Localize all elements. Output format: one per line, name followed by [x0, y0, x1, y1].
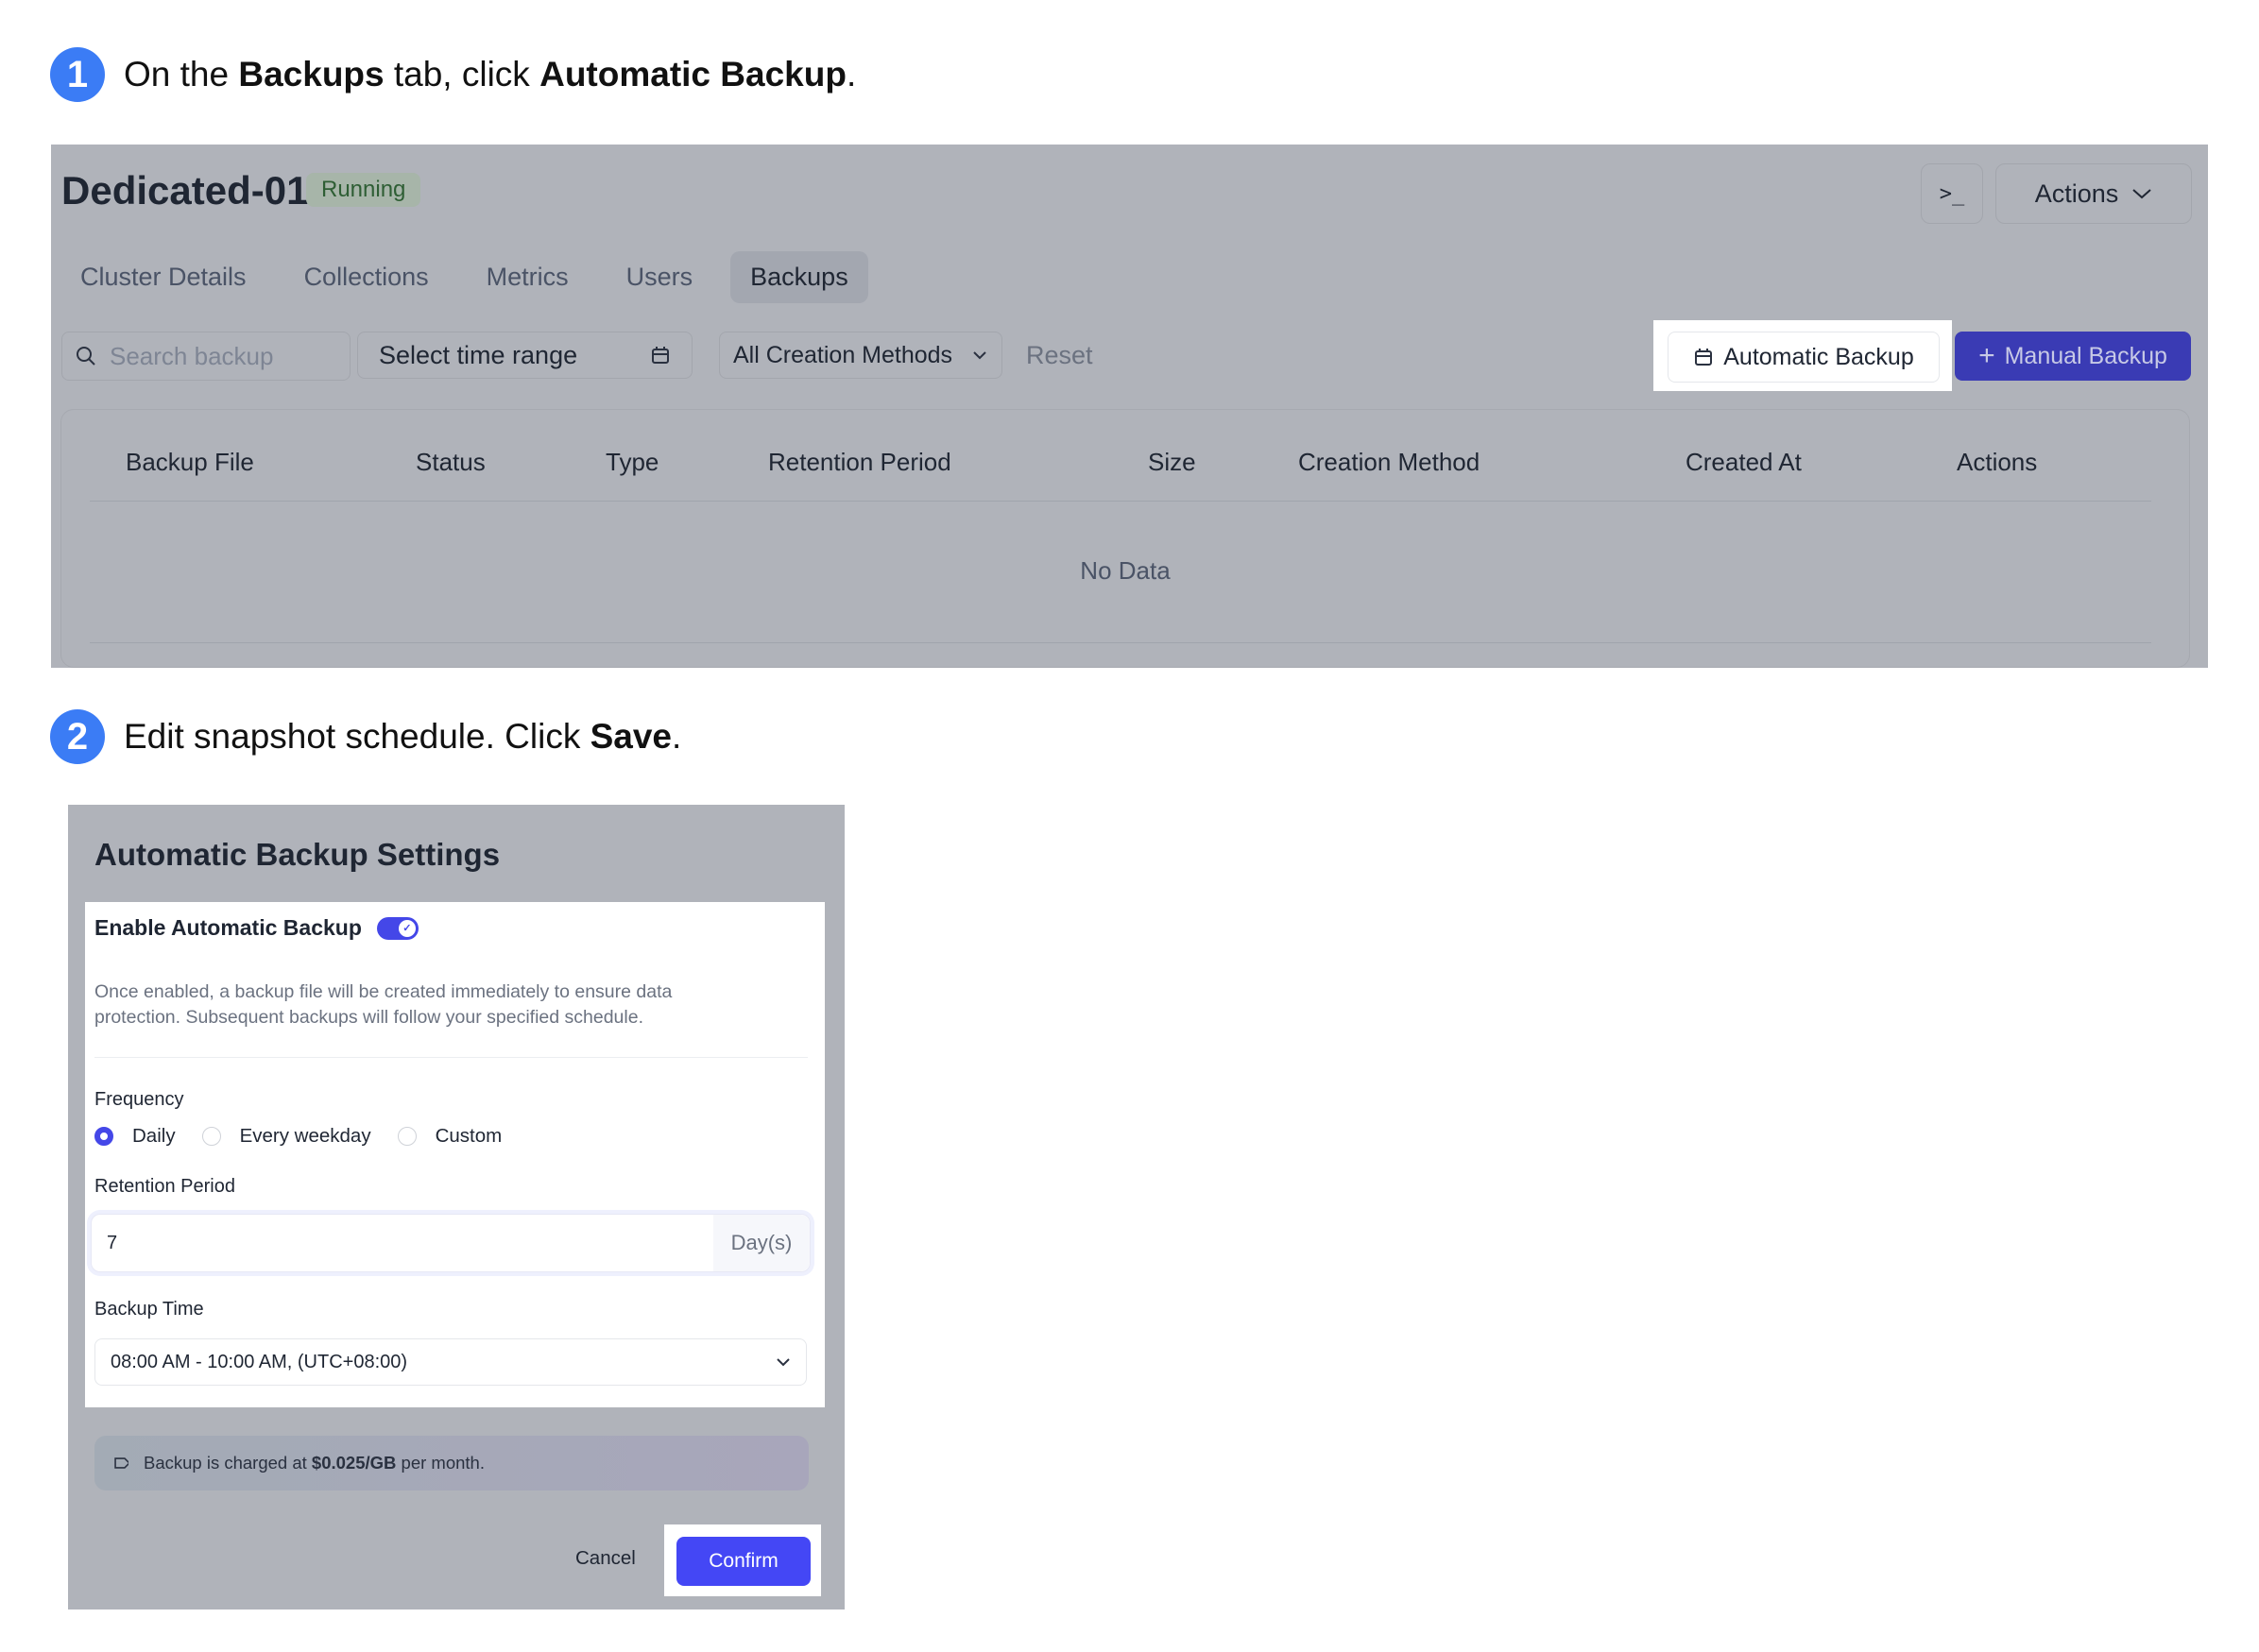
empty-state-text: No Data	[1080, 556, 1171, 585]
column-header[interactable]: Creation Method	[1298, 448, 1480, 477]
enable-description: Once enabled, a backup file will be crea…	[94, 981, 673, 1028]
step-text-bold: Save	[590, 717, 673, 756]
header-divider	[90, 501, 2151, 502]
chevron-down-icon	[777, 1358, 790, 1367]
column-header[interactable]: Type	[606, 448, 659, 477]
step-text-bold: Automatic Backup	[539, 55, 847, 94]
column-header[interactable]: Retention Period	[768, 448, 951, 477]
terminal-icon: >_	[1939, 181, 1965, 206]
reset-button[interactable]: Reset	[1026, 341, 1093, 370]
step-number-badge: 2	[50, 709, 105, 764]
tab-metrics[interactable]: Metrics	[467, 251, 589, 303]
actions-dropdown[interactable]: Actions	[1995, 163, 2192, 224]
enable-label: Enable Automatic Backup	[94, 915, 362, 940]
backup-time-select[interactable]: 08:00 AM - 10:00 AM, (UTC+08:00)	[94, 1338, 807, 1386]
tab-collections[interactable]: Collections	[284, 251, 449, 303]
pricing-text: Backup is charged at $0.025/GB per month…	[144, 1453, 485, 1473]
radio-label[interactable]: Custom	[436, 1125, 503, 1148]
cluster-title: Dedicated-01	[61, 168, 309, 213]
radio-label[interactable]: Every weekday	[240, 1125, 371, 1148]
radio-every-weekday[interactable]	[201, 1127, 221, 1146]
backup-time-value: 08:00 AM - 10:00 AM, (UTC+08:00)	[111, 1351, 408, 1372]
column-header[interactable]: Actions	[1957, 448, 2037, 477]
time-range-picker[interactable]: Select time range	[357, 332, 693, 379]
column-header[interactable]: Backup File	[126, 448, 254, 477]
step-text-bold: Backups	[238, 55, 385, 94]
check-icon: ✓	[398, 919, 416, 937]
manual-backup-button[interactable]: + Manual Backup	[1955, 332, 2191, 381]
creation-methods-value: All Creation Methods	[733, 341, 953, 368]
step-number-badge: 1	[50, 47, 105, 102]
tab-backups[interactable]: Backups	[730, 251, 868, 303]
radio-custom[interactable]	[397, 1127, 417, 1146]
search-placeholder: Search backup	[110, 341, 274, 370]
tab-bar: Cluster Details Collections Metrics User…	[60, 251, 886, 303]
actions-label: Actions	[2034, 179, 2119, 208]
column-header[interactable]: Created At	[1686, 448, 1802, 477]
pricing-suffix: per month.	[396, 1453, 485, 1473]
step-text: On the Backups tab, click Automatic Back…	[124, 55, 856, 94]
backups-table: Backup File Status Type Retention Period…	[60, 409, 2190, 668]
step-2-instruction: 2 Edit snapshot schedule. Click Save.	[50, 709, 681, 764]
step-text-part: On the	[124, 55, 239, 94]
automatic-backup-button[interactable]: Automatic Backup	[1668, 332, 1940, 383]
search-input[interactable]: Search backup	[61, 332, 351, 381]
cluster-backups-screenshot: Dedicated-01 Running >_ Actions Cluster …	[51, 145, 2208, 668]
frequency-label: Frequency	[94, 1089, 184, 1110]
frequency-radio-group: Daily Every weekday Custom	[94, 1125, 528, 1148]
table-bottom-divider	[90, 642, 2151, 643]
retention-input[interactable]: 7 Day(s)	[91, 1214, 811, 1272]
tab-users[interactable]: Users	[607, 251, 713, 303]
tab-cluster-details[interactable]: Cluster Details	[60, 251, 266, 303]
plus-icon: +	[1978, 340, 1995, 371]
status-badge: Running	[306, 173, 421, 207]
automatic-backup-label: Automatic Backup	[1723, 343, 1914, 370]
calendar-icon	[652, 347, 669, 364]
column-header[interactable]: Size	[1148, 448, 1196, 477]
step-1-instruction: 1 On the Backups tab, click Automatic Ba…	[50, 47, 856, 102]
chevron-down-icon	[973, 351, 986, 360]
cancel-button[interactable]: Cancel	[575, 1547, 636, 1570]
backup-time-label: Backup Time	[94, 1299, 204, 1320]
step-text-part: tab, click	[384, 55, 540, 94]
radio-label[interactable]: Daily	[132, 1125, 176, 1148]
chevron-down-icon	[2132, 189, 2151, 199]
retention-label: Retention Period	[94, 1176, 235, 1197]
step-text-part: .	[846, 55, 857, 94]
dialog-title: Automatic Backup Settings	[94, 837, 501, 872]
column-header[interactable]: Status	[416, 448, 486, 477]
search-icon	[77, 347, 95, 366]
divider	[94, 1057, 808, 1058]
calendar-icon	[1695, 349, 1713, 366]
automatic-backup-dialog: Automatic Backup Settings Enable Automat…	[68, 805, 845, 1609]
step-text: Edit snapshot schedule. Click Save.	[124, 717, 681, 757]
manual-backup-label: Manual Backup	[2004, 342, 2167, 369]
time-range-placeholder: Select time range	[379, 340, 578, 369]
enable-row: Enable Automatic Backup ✓	[94, 915, 419, 941]
retention-value[interactable]: 7	[92, 1215, 713, 1271]
settings-card: Enable Automatic Backup ✓ Once enabled, …	[85, 902, 825, 1407]
terminal-button[interactable]: >_	[1921, 163, 1983, 224]
step-text-part: .	[672, 717, 682, 756]
retention-unit: Day(s)	[713, 1215, 810, 1271]
pricing-price: $0.025/GB	[311, 1453, 397, 1473]
tag-icon	[114, 1457, 128, 1469]
step-text-part: Edit snapshot schedule. Click	[124, 717, 590, 756]
pricing-prefix: Backup is charged at	[144, 1453, 312, 1473]
enable-toggle[interactable]: ✓	[376, 916, 419, 940]
creation-methods-select[interactable]: All Creation Methods	[719, 332, 1002, 379]
radio-daily[interactable]	[94, 1127, 113, 1146]
confirm-button[interactable]: Confirm	[676, 1537, 811, 1586]
pricing-notice: Backup is charged at $0.025/GB per month…	[94, 1436, 809, 1490]
